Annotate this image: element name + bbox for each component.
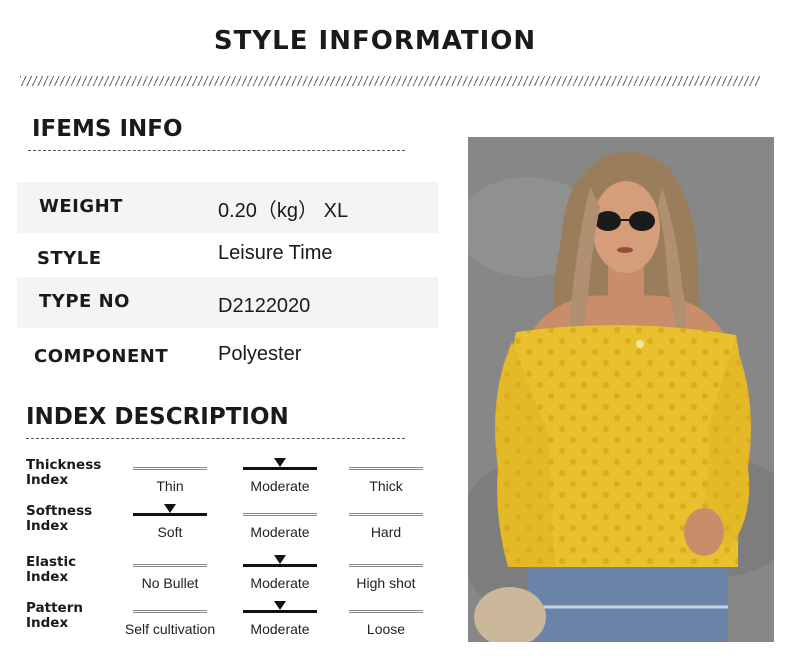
index-label-line-1: Pattern xyxy=(26,600,83,616)
index-bar xyxy=(133,564,207,567)
index-description-divider xyxy=(26,438,405,439)
index-bar xyxy=(133,467,207,470)
items-info-divider xyxy=(28,150,405,151)
index-bar xyxy=(349,610,423,613)
info-key: STYLE xyxy=(37,248,102,269)
index-bar xyxy=(243,610,317,613)
index-label: Pattern Index xyxy=(26,601,83,631)
index-bar xyxy=(133,513,207,516)
selected-marker-icon xyxy=(274,555,286,564)
index-option-label: Thick xyxy=(369,478,403,494)
index-label-line-2: Index xyxy=(26,472,69,488)
model-illustration xyxy=(468,137,774,642)
index-label: Softness Index xyxy=(26,504,92,534)
decorative-divider xyxy=(20,76,760,86)
index-row-softness: Softness Index Soft Moderate Hard xyxy=(26,504,446,550)
index-label-line-1: Thickness xyxy=(26,457,102,473)
info-key: COMPONENT xyxy=(34,346,169,367)
index-label: Elastic Index xyxy=(26,555,76,585)
index-row-elastic: Elastic Index No Bullet Moderate High sh… xyxy=(26,555,446,601)
info-value: 0.20（kg） XL xyxy=(218,200,349,222)
info-key: TYPE NO xyxy=(39,291,130,312)
index-description-heading: INDEX DESCRIPTION xyxy=(26,404,289,430)
index-option-label: High shot xyxy=(356,575,416,591)
info-value: Leisure Time xyxy=(218,242,333,264)
selected-marker-icon xyxy=(274,458,286,467)
index-row-thickness: Thickness Index Thin Moderate Thick xyxy=(26,458,446,504)
index-label-line-2: Index xyxy=(26,569,69,585)
index-label-line-1: Softness xyxy=(26,503,93,519)
index-bar xyxy=(349,564,423,567)
index-bar xyxy=(243,564,317,567)
index-bar xyxy=(349,513,423,516)
index-bar xyxy=(133,610,207,613)
index-label-line-2: Index xyxy=(26,518,69,534)
index-option-label: Loose xyxy=(366,621,406,637)
info-row-component: COMPONENT Polyester xyxy=(17,330,438,381)
page-title: STYLE INFORMATION xyxy=(213,26,537,56)
index-bar xyxy=(243,513,317,516)
index-bar xyxy=(243,467,317,470)
info-row-weight: WEIGHT 0.20（kg） XL xyxy=(17,182,438,233)
index-label-line-2: Index xyxy=(26,615,69,631)
index-label: Thickness Index xyxy=(26,458,101,488)
info-row-type-no: TYPE NO D2122020 xyxy=(17,277,438,328)
info-key: WEIGHT xyxy=(39,196,123,217)
info-value: D2122020 xyxy=(218,295,311,317)
index-bar xyxy=(349,467,423,470)
index-option-label: Hard xyxy=(370,524,402,540)
index-row-pattern: Pattern Index Self cultivation Moderate … xyxy=(26,601,446,647)
selected-marker-icon xyxy=(164,504,176,513)
product-photo xyxy=(468,137,774,642)
info-value: Polyester xyxy=(218,343,302,365)
selected-marker-icon xyxy=(274,601,286,610)
index-label-line-1: Elastic xyxy=(26,554,77,570)
items-info-heading: IFEMS INFO xyxy=(32,116,183,142)
